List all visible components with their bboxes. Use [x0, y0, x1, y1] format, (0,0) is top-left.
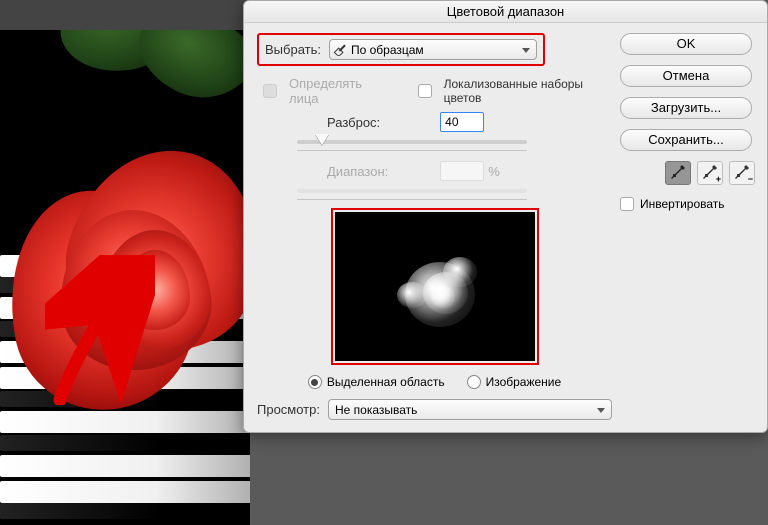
- eyedropper-icon: [334, 42, 350, 58]
- preview-mode-dropdown[interactable]: Не показывать: [328, 399, 612, 420]
- range-unit: %: [488, 164, 500, 179]
- eyedropper-sample-button[interactable]: [665, 161, 691, 185]
- preview-mode-label: Просмотр:: [257, 402, 320, 417]
- eyedropper-icon: [670, 165, 686, 181]
- save-button[interactable]: Сохранить...: [620, 129, 752, 151]
- range-label: Диапазон:: [327, 164, 388, 179]
- rose: [10, 150, 250, 410]
- detect-faces-checkbox: [263, 84, 277, 98]
- cancel-button[interactable]: Отмена: [620, 65, 752, 87]
- load-button[interactable]: Загрузить...: [620, 97, 752, 119]
- localized-clusters-checkbox[interactable]: [418, 84, 432, 98]
- fuzziness-label: Разброс:: [327, 115, 380, 130]
- select-dropdown[interactable]: По образцам: [329, 39, 537, 60]
- fuzziness-input[interactable]: 40: [440, 112, 484, 132]
- slider-thumb[interactable]: [315, 134, 329, 145]
- select-label: Выбрать:: [265, 42, 321, 57]
- ok-button[interactable]: OK: [620, 33, 752, 55]
- invert-label: Инвертировать: [640, 197, 725, 211]
- dialog-title: Цветовой диапазон: [244, 1, 767, 23]
- localized-clusters-label: Локализованные наборы цветов: [444, 77, 612, 105]
- eyedropper-add-button[interactable]: +: [697, 161, 723, 185]
- radio-selection[interactable]: Выделенная область: [308, 375, 445, 389]
- fuzziness-slider[interactable]: [297, 140, 527, 144]
- range-input: [440, 161, 484, 181]
- select-value: По образцам: [351, 43, 424, 57]
- range-slider: [297, 189, 527, 193]
- canvas-background: [0, 0, 250, 525]
- preview-highlight: [331, 208, 539, 365]
- detect-faces-label: Определять лица: [289, 76, 388, 106]
- source-image[interactable]: [0, 30, 250, 525]
- select-row-highlight: Выбрать: По образцам: [257, 33, 545, 66]
- selection-preview[interactable]: [335, 212, 535, 361]
- color-range-dialog: Цветовой диапазон Выбрать: По образцам О…: [243, 0, 768, 433]
- eyedropper-subtract-button[interactable]: −: [729, 161, 755, 185]
- invert-checkbox[interactable]: [620, 197, 634, 211]
- radio-image[interactable]: Изображение: [467, 375, 562, 389]
